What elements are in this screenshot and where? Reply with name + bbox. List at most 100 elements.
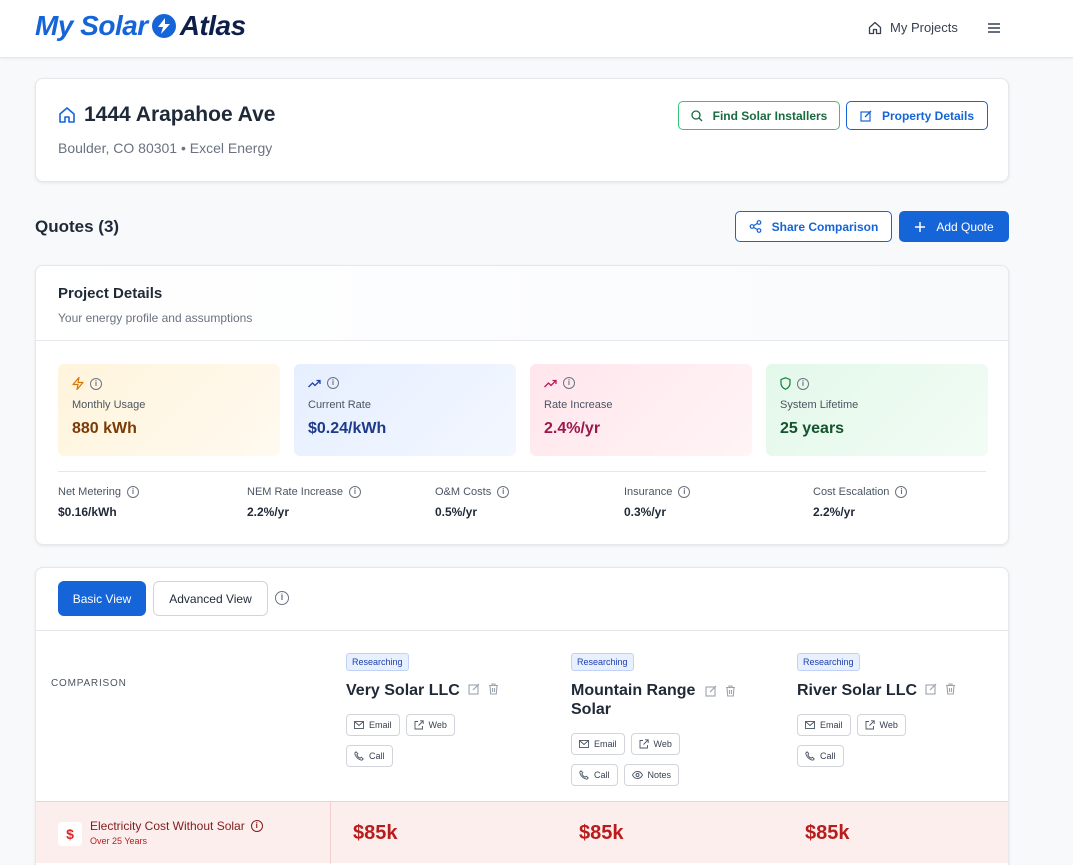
brand-logo[interactable]: My Solar Atlas (35, 10, 246, 42)
metric-label: System Lifetime (780, 399, 859, 411)
info-icon[interactable]: i (275, 591, 289, 605)
home-icon (58, 106, 76, 124)
assumption-label: O&M Costs (435, 486, 492, 498)
find-installers-label: Find Solar Installers (712, 108, 828, 123)
dollar-icon: $ (58, 822, 82, 846)
external-link-icon (639, 739, 649, 749)
property-details-label: Property Details (881, 108, 975, 123)
mail-icon (805, 721, 815, 729)
mail-icon (579, 740, 589, 748)
search-icon (690, 109, 703, 122)
find-installers-button[interactable]: Find Solar Installers (678, 101, 840, 130)
trash-icon[interactable] (945, 683, 956, 695)
email-button[interactable]: Email (571, 733, 625, 755)
quotes-title: Quotes (3) (35, 217, 120, 236)
assumption-label: Net Metering (58, 486, 121, 498)
info-icon[interactable]: i (563, 377, 575, 389)
email-button[interactable]: Email (346, 714, 400, 736)
call-button[interactable]: Call (346, 745, 393, 767)
external-link-icon (414, 720, 424, 730)
chip-label: Call (594, 770, 610, 780)
property-subtitle: Boulder, CO 80301 • Excel Energy (58, 140, 273, 156)
status-badge: Researching (571, 653, 634, 671)
web-button[interactable]: Web (630, 733, 680, 755)
menu-button[interactable] (985, 18, 1003, 38)
call-button[interactable]: Call (571, 764, 618, 786)
mail-icon (354, 721, 364, 729)
eye-icon (631, 771, 643, 779)
chip-label: Web (428, 720, 447, 730)
info-icon[interactable]: i (90, 377, 102, 390)
tab-basic-view[interactable]: Basic View (58, 581, 146, 616)
comparison-card: Basic View Advanced View i COMPARISON Re… (35, 567, 1009, 865)
info-icon[interactable]: i (678, 486, 691, 498)
info-icon[interactable]: i (250, 820, 263, 832)
hamburger-icon (988, 23, 1000, 33)
chip-label: Email (820, 720, 843, 730)
status-badge: Researching (797, 653, 860, 671)
cost-value: $85k (579, 822, 624, 844)
project-details-header: Project Details Your energy profile and … (36, 266, 1008, 341)
table-row: $ Electricity Cost Without Solar i Over … (36, 801, 1008, 864)
share-comparison-button[interactable]: Share Comparison (735, 211, 892, 242)
add-quote-button[interactable]: Add Quote (899, 211, 1009, 242)
web-button[interactable]: Web (856, 714, 906, 736)
quote-column: Researching Very Solar LLC Email Web Cal… (346, 652, 546, 767)
chip-label: Web (653, 739, 672, 749)
phone-icon (805, 751, 815, 761)
assumption-label: NEM Rate Increase (247, 486, 343, 498)
email-button[interactable]: Email (797, 714, 851, 736)
chip-label: Email (369, 720, 392, 730)
quote-column: Researching River Solar LLC Email Web Ca… (797, 652, 997, 767)
assumption-value: 2.2%/yr (247, 505, 290, 519)
trash-icon[interactable] (488, 683, 499, 695)
assumption-nem-rate-increase: NEM Rate Increase i 2.2%/yr (247, 486, 361, 519)
tab-advanced-view[interactable]: Advanced View (153, 581, 268, 616)
assumption-cost-escalation: Cost Escalation i 2.2%/yr (813, 486, 908, 519)
project-details-card: Project Details Your energy profile and … (35, 265, 1009, 545)
info-icon[interactable]: i (126, 486, 139, 498)
brand-name-part2: Atlas (179, 10, 246, 41)
metric-current-rate: i Current Rate $0.24/kWh (294, 364, 516, 456)
property-details-button[interactable]: Property Details (846, 101, 988, 130)
edit-icon[interactable] (925, 683, 937, 695)
trash-icon[interactable] (725, 685, 736, 697)
chip-label: Call (820, 751, 836, 761)
web-button[interactable]: Web (405, 714, 455, 736)
assumption-label: Cost Escalation (813, 486, 890, 498)
metric-label: Current Rate (308, 399, 371, 411)
info-icon[interactable]: i (327, 377, 339, 389)
metric-value: 2.4%/yr (544, 420, 601, 437)
info-icon[interactable]: i (348, 486, 361, 498)
call-button[interactable]: Call (797, 745, 844, 767)
chip-label: Call (369, 751, 385, 761)
bolt-icon (72, 377, 84, 390)
project-details-subtitle: Your energy profile and assumptions (58, 311, 253, 325)
chip-label: Email (594, 739, 617, 749)
divider (58, 471, 986, 472)
info-icon[interactable]: i (497, 486, 510, 498)
my-projects-label: My Projects (890, 20, 958, 35)
quote-name: River Solar LLC (797, 682, 918, 699)
external-link-icon (865, 720, 875, 730)
trending-up-icon (544, 379, 557, 388)
row-label: Electricity Cost Without Solar (90, 819, 245, 833)
home-icon (868, 21, 882, 35)
my-projects-link[interactable]: My Projects (868, 20, 958, 35)
metric-value: 25 years (780, 420, 845, 437)
plus-icon (914, 221, 926, 233)
metric-rate-increase: i Rate Increase 2.4%/yr (530, 364, 752, 456)
cost-value: $85k (353, 822, 398, 844)
edit-icon[interactable] (705, 685, 717, 697)
chip-label: Web (879, 720, 898, 730)
edit-icon[interactable] (468, 683, 480, 695)
info-icon[interactable]: i (895, 486, 908, 498)
quote-column: Researching Mountain Range Solar Email W… (571, 652, 771, 786)
chip-label: Notes (647, 770, 672, 780)
info-icon[interactable]: i (797, 377, 809, 390)
notes-button[interactable]: Notes (623, 764, 680, 786)
trending-up-icon (308, 379, 321, 388)
property-card: 1444 Arapahoe Ave Boulder, CO 80301 • Ex… (35, 78, 1009, 182)
assumption-net-metering: Net Metering i $0.16/kWh (58, 486, 139, 519)
edit-icon (860, 110, 872, 122)
